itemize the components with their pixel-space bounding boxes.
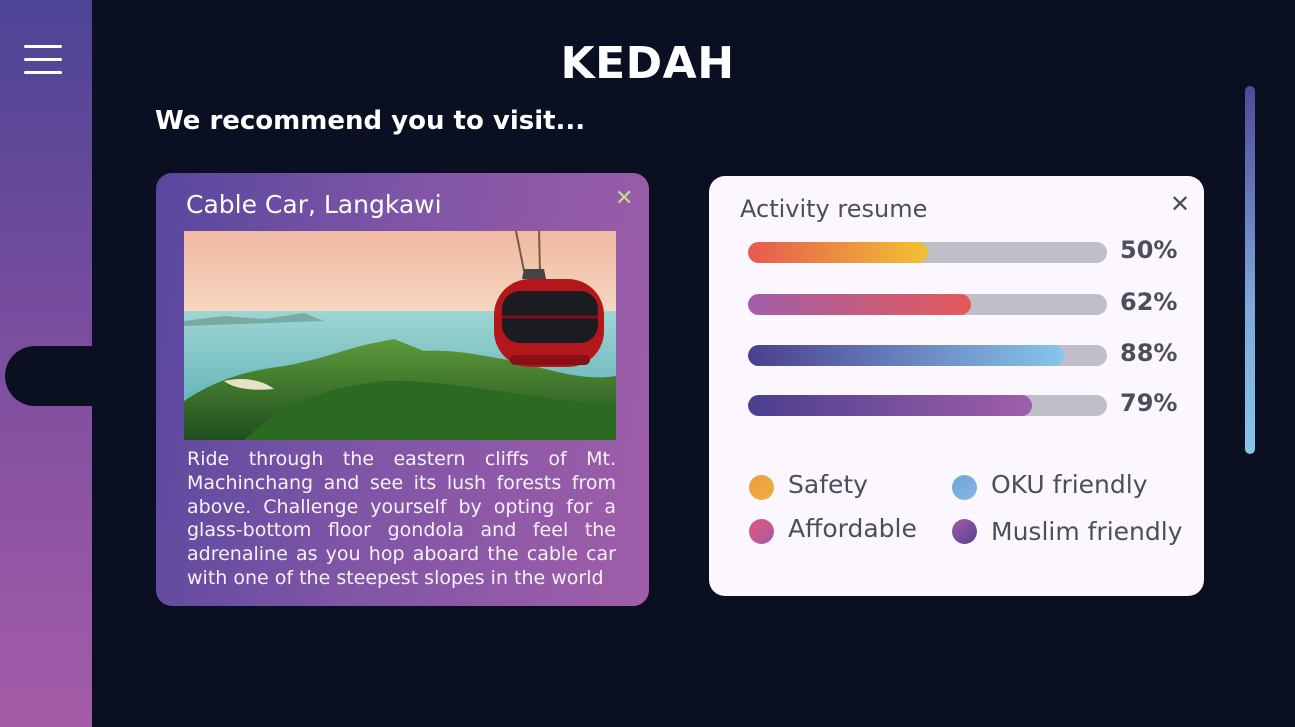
sidebar-tab-handle[interactable]	[5, 346, 105, 406]
place-card: Cable Car, Langkawi ✕ Ride through the e…	[156, 173, 649, 606]
page-subtitle: We recommend you to visit...	[155, 106, 586, 136]
progress-fill	[748, 294, 971, 315]
legend-dot	[952, 519, 977, 544]
progress-percent: 50%	[1120, 236, 1178, 264]
place-title: Cable Car, Langkawi	[186, 190, 442, 219]
progress-bar-row: 50%	[748, 236, 1178, 264]
activity-title: Activity resume	[740, 195, 928, 223]
close-icon[interactable]: ✕	[615, 186, 633, 211]
legend-dot	[749, 475, 774, 500]
progress-fill	[748, 395, 1032, 416]
progress-track	[748, 345, 1107, 366]
progress-track	[748, 294, 1107, 315]
progress-track	[748, 242, 1107, 263]
legend-label: Affordable	[788, 514, 917, 543]
progress-bar-row: 62%	[748, 288, 1178, 316]
legend-dot	[749, 519, 774, 544]
progress-fill	[748, 345, 1064, 366]
place-description: Ride through the eastern cliffs of Mt. M…	[187, 448, 616, 589]
legend-label: Safety	[788, 470, 868, 499]
progress-percent: 62%	[1120, 288, 1178, 316]
cable-car-photo	[184, 231, 616, 440]
progress-percent: 88%	[1120, 339, 1178, 367]
legend-dot	[952, 475, 977, 500]
page-title: KEDAH	[560, 38, 735, 89]
activity-card: Activity resume ✕ 50% 62% 88% 79% Safety…	[709, 176, 1204, 596]
progress-fill	[748, 242, 928, 263]
progress-percent: 79%	[1120, 389, 1178, 417]
scrollbar[interactable]	[1245, 86, 1255, 454]
progress-track	[748, 395, 1107, 416]
progress-bar-row: 79%	[748, 389, 1178, 417]
legend-label: OKU friendly	[991, 470, 1148, 499]
progress-bar-row: 88%	[748, 339, 1178, 367]
legend-label: Muslim friendly	[991, 517, 1183, 546]
close-icon[interactable]: ✕	[1170, 190, 1190, 218]
